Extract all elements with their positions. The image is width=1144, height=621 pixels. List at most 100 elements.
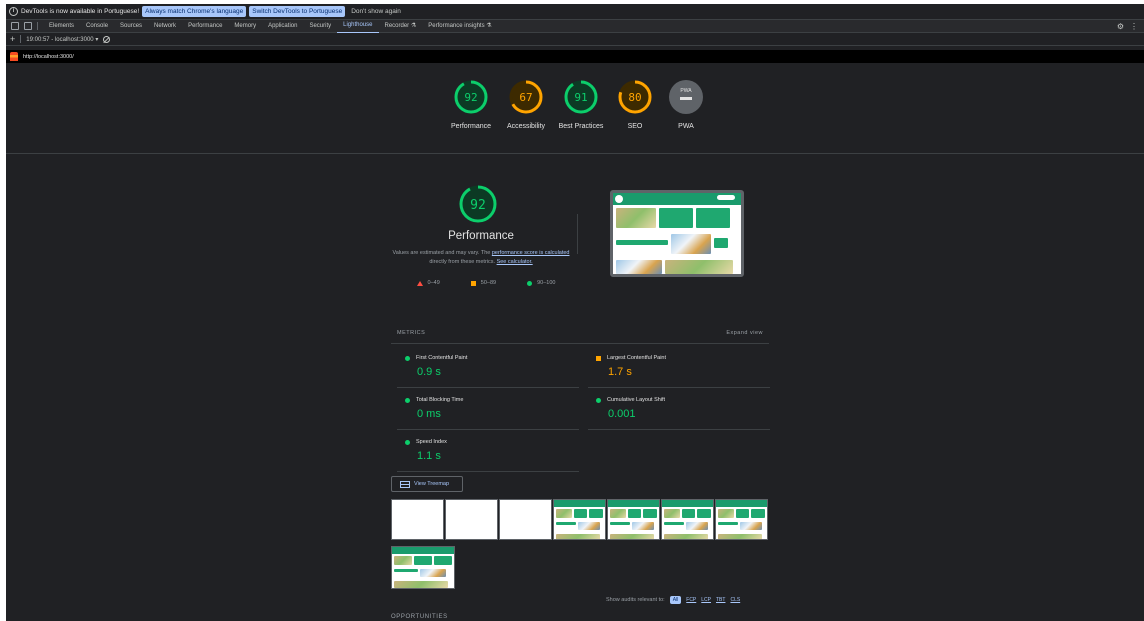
lighthouse-toolbar: + 19:00:57 - localhost:3000 ▾ <box>6 33 1144 46</box>
metric-fcp: First Contentful Paint 0.9 s <box>397 346 579 388</box>
gauge-best-practices[interactable]: 91 Best Practices <box>553 79 609 132</box>
audit-filter-label: Show audits relevant to: <box>606 597 665 603</box>
tab-performance-insights[interactable]: Performance insights ⚗ <box>422 20 497 33</box>
view-treemap-button[interactable]: View Treemap <box>391 476 463 492</box>
tab-elements[interactable]: Elements <box>43 20 80 33</box>
filmstrip-frame-blank <box>445 499 498 540</box>
treemap-label: View Treemap <box>414 481 450 487</box>
inspect-element-icon[interactable] <box>11 22 19 30</box>
legend-fail-label: 0–49 <box>427 280 440 286</box>
tab-sources[interactable]: Sources <box>114 20 148 33</box>
site-card <box>696 208 730 228</box>
metric-name: Speed Index <box>416 439 447 445</box>
average-square-icon <box>470 280 476 286</box>
filter-lcp[interactable]: LCP <box>701 597 711 603</box>
lighthouse-logo-icon <box>10 52 18 61</box>
tab-lighthouse[interactable]: Lighthouse <box>337 19 379 33</box>
filter-tbt[interactable]: TBT <box>716 597 725 603</box>
best-practices-gauge-ring: 91 <box>564 80 598 114</box>
metric-name: Total Blocking Time <box>416 397 464 403</box>
opportunities-heading: OPPORTUNITIES <box>391 614 448 620</box>
filter-all[interactable]: All <box>669 596 682 604</box>
site-hero-image <box>616 208 656 228</box>
legend-pass: 90–100 <box>527 280 555 286</box>
tab-console[interactable]: Console <box>80 20 114 33</box>
gauge-label: Accessibility <box>506 123 546 130</box>
gauge-label: PWA <box>678 123 694 130</box>
filmstrip-frame-blank <box>391 499 444 540</box>
gauge-performance[interactable]: 92 Performance <box>443 79 499 132</box>
dont-show-again-button[interactable]: Don't show again <box>348 6 404 17</box>
match-language-button[interactable]: Always match Chrome's language <box>142 6 247 17</box>
filmstrip-frame <box>607 499 660 540</box>
metric-value: 0.9 s <box>417 366 441 378</box>
gauge-label: Performance <box>450 123 492 130</box>
tab-network[interactable]: Network <box>148 20 182 33</box>
score-calculated-link[interactable]: performance score is calculated <box>492 250 570 256</box>
toolbar-divider <box>20 35 22 43</box>
site-logo-icon <box>615 195 623 203</box>
pass-circle-icon <box>405 397 410 403</box>
gauge-accessibility[interactable]: 67 Accessibility <box>498 79 554 132</box>
final-screenshot[interactable] <box>610 190 744 277</box>
gauge-pwa[interactable]: PWA PWA <box>658 79 714 132</box>
treemap-icon <box>400 480 410 488</box>
pwa-badge-text: PWA <box>680 88 692 94</box>
section-divider <box>577 214 578 254</box>
tab-recorder[interactable]: Recorder ⚗ <box>379 20 423 33</box>
legend-pass-label: 90–100 <box>537 280 556 286</box>
more-options-icon[interactable]: ⋮ <box>1130 22 1138 31</box>
site-family-image <box>616 260 662 274</box>
site-hero-row <box>613 205 741 231</box>
tab-memory[interactable]: Memory <box>228 20 262 33</box>
filmstrip-frame-blank <box>499 499 552 540</box>
performance-big-gauge: 92 <box>459 185 497 223</box>
device-toolbar-icon[interactable] <box>24 22 32 30</box>
accessibility-gauge-ring: 67 <box>509 80 543 114</box>
metric-value: 1.7 s <box>608 366 632 378</box>
report-url[interactable]: http://localhost:3000/ <box>23 54 74 60</box>
gauge-label: Best Practices <box>558 123 604 130</box>
site-people-image <box>671 234 711 254</box>
pass-circle-icon <box>527 280 533 286</box>
metric-name: Largest Contentful Paint <box>607 355 667 361</box>
audit-filter: Show audits relevant to: All FCP LCP TBT… <box>606 596 740 604</box>
site-header <box>613 193 741 205</box>
filter-cls[interactable]: CLS <box>730 597 740 603</box>
tab-performance[interactable]: Performance <box>182 20 228 33</box>
filter-fcp[interactable]: FCP <box>686 597 696 603</box>
site-card <box>659 208 693 228</box>
metric-name: Cumulative Layout Shift <box>607 397 666 403</box>
clear-reports-icon[interactable] <box>103 35 111 43</box>
new-report-plus-icon[interactable]: + <box>10 34 15 44</box>
metrics-title: METRICS <box>397 329 426 336</box>
devtools-window: i DevTools is now available in Portugues… <box>6 4 1144 621</box>
panel-tabbar: Elements Console Sources Network Perform… <box>6 20 1144 33</box>
metric-lcp: Largest Contentful Paint 1.7 s <box>588 346 770 388</box>
metrics-header: METRICS Expand view <box>391 322 769 344</box>
category-gauges: 92 Performance 67 Accessibility 91 Best … <box>6 63 1144 154</box>
language-infobar: i DevTools is now available in Portugues… <box>6 4 1144 20</box>
site-bottom-row <box>613 257 741 274</box>
see-calculator-link[interactable]: See calculator. <box>497 259 533 265</box>
big-gauge-score: 92 <box>470 198 486 213</box>
pwa-badge-icon: PWA <box>669 80 703 114</box>
desc-text-2: directly from these metrics. <box>429 259 497 265</box>
switch-language-button[interactable]: Switch DevTools to Portuguese <box>249 6 346 17</box>
pass-circle-icon <box>596 397 601 403</box>
expand-view-toggle[interactable]: Expand view <box>726 330 763 336</box>
gauge-seo[interactable]: 80 SEO <box>607 79 663 132</box>
fail-triangle-icon <box>416 280 423 286</box>
report-selector[interactable]: 19:00:57 - localhost:3000 ▾ <box>26 36 98 43</box>
settings-gear-icon[interactable]: ⚙ <box>1117 22 1124 31</box>
performance-title: Performance <box>448 230 514 242</box>
metric-name: First Contentful Paint <box>416 355 468 361</box>
filmstrip-frame <box>661 499 714 540</box>
pass-circle-icon <box>405 439 410 445</box>
gauge-label: SEO <box>627 123 643 130</box>
pass-circle-icon <box>405 355 410 361</box>
filmstrip-frame <box>553 499 606 540</box>
tab-application[interactable]: Application <box>262 20 303 33</box>
performance-description: Values are estimated and may vary. The p… <box>391 249 571 267</box>
tab-security[interactable]: Security <box>303 20 337 33</box>
